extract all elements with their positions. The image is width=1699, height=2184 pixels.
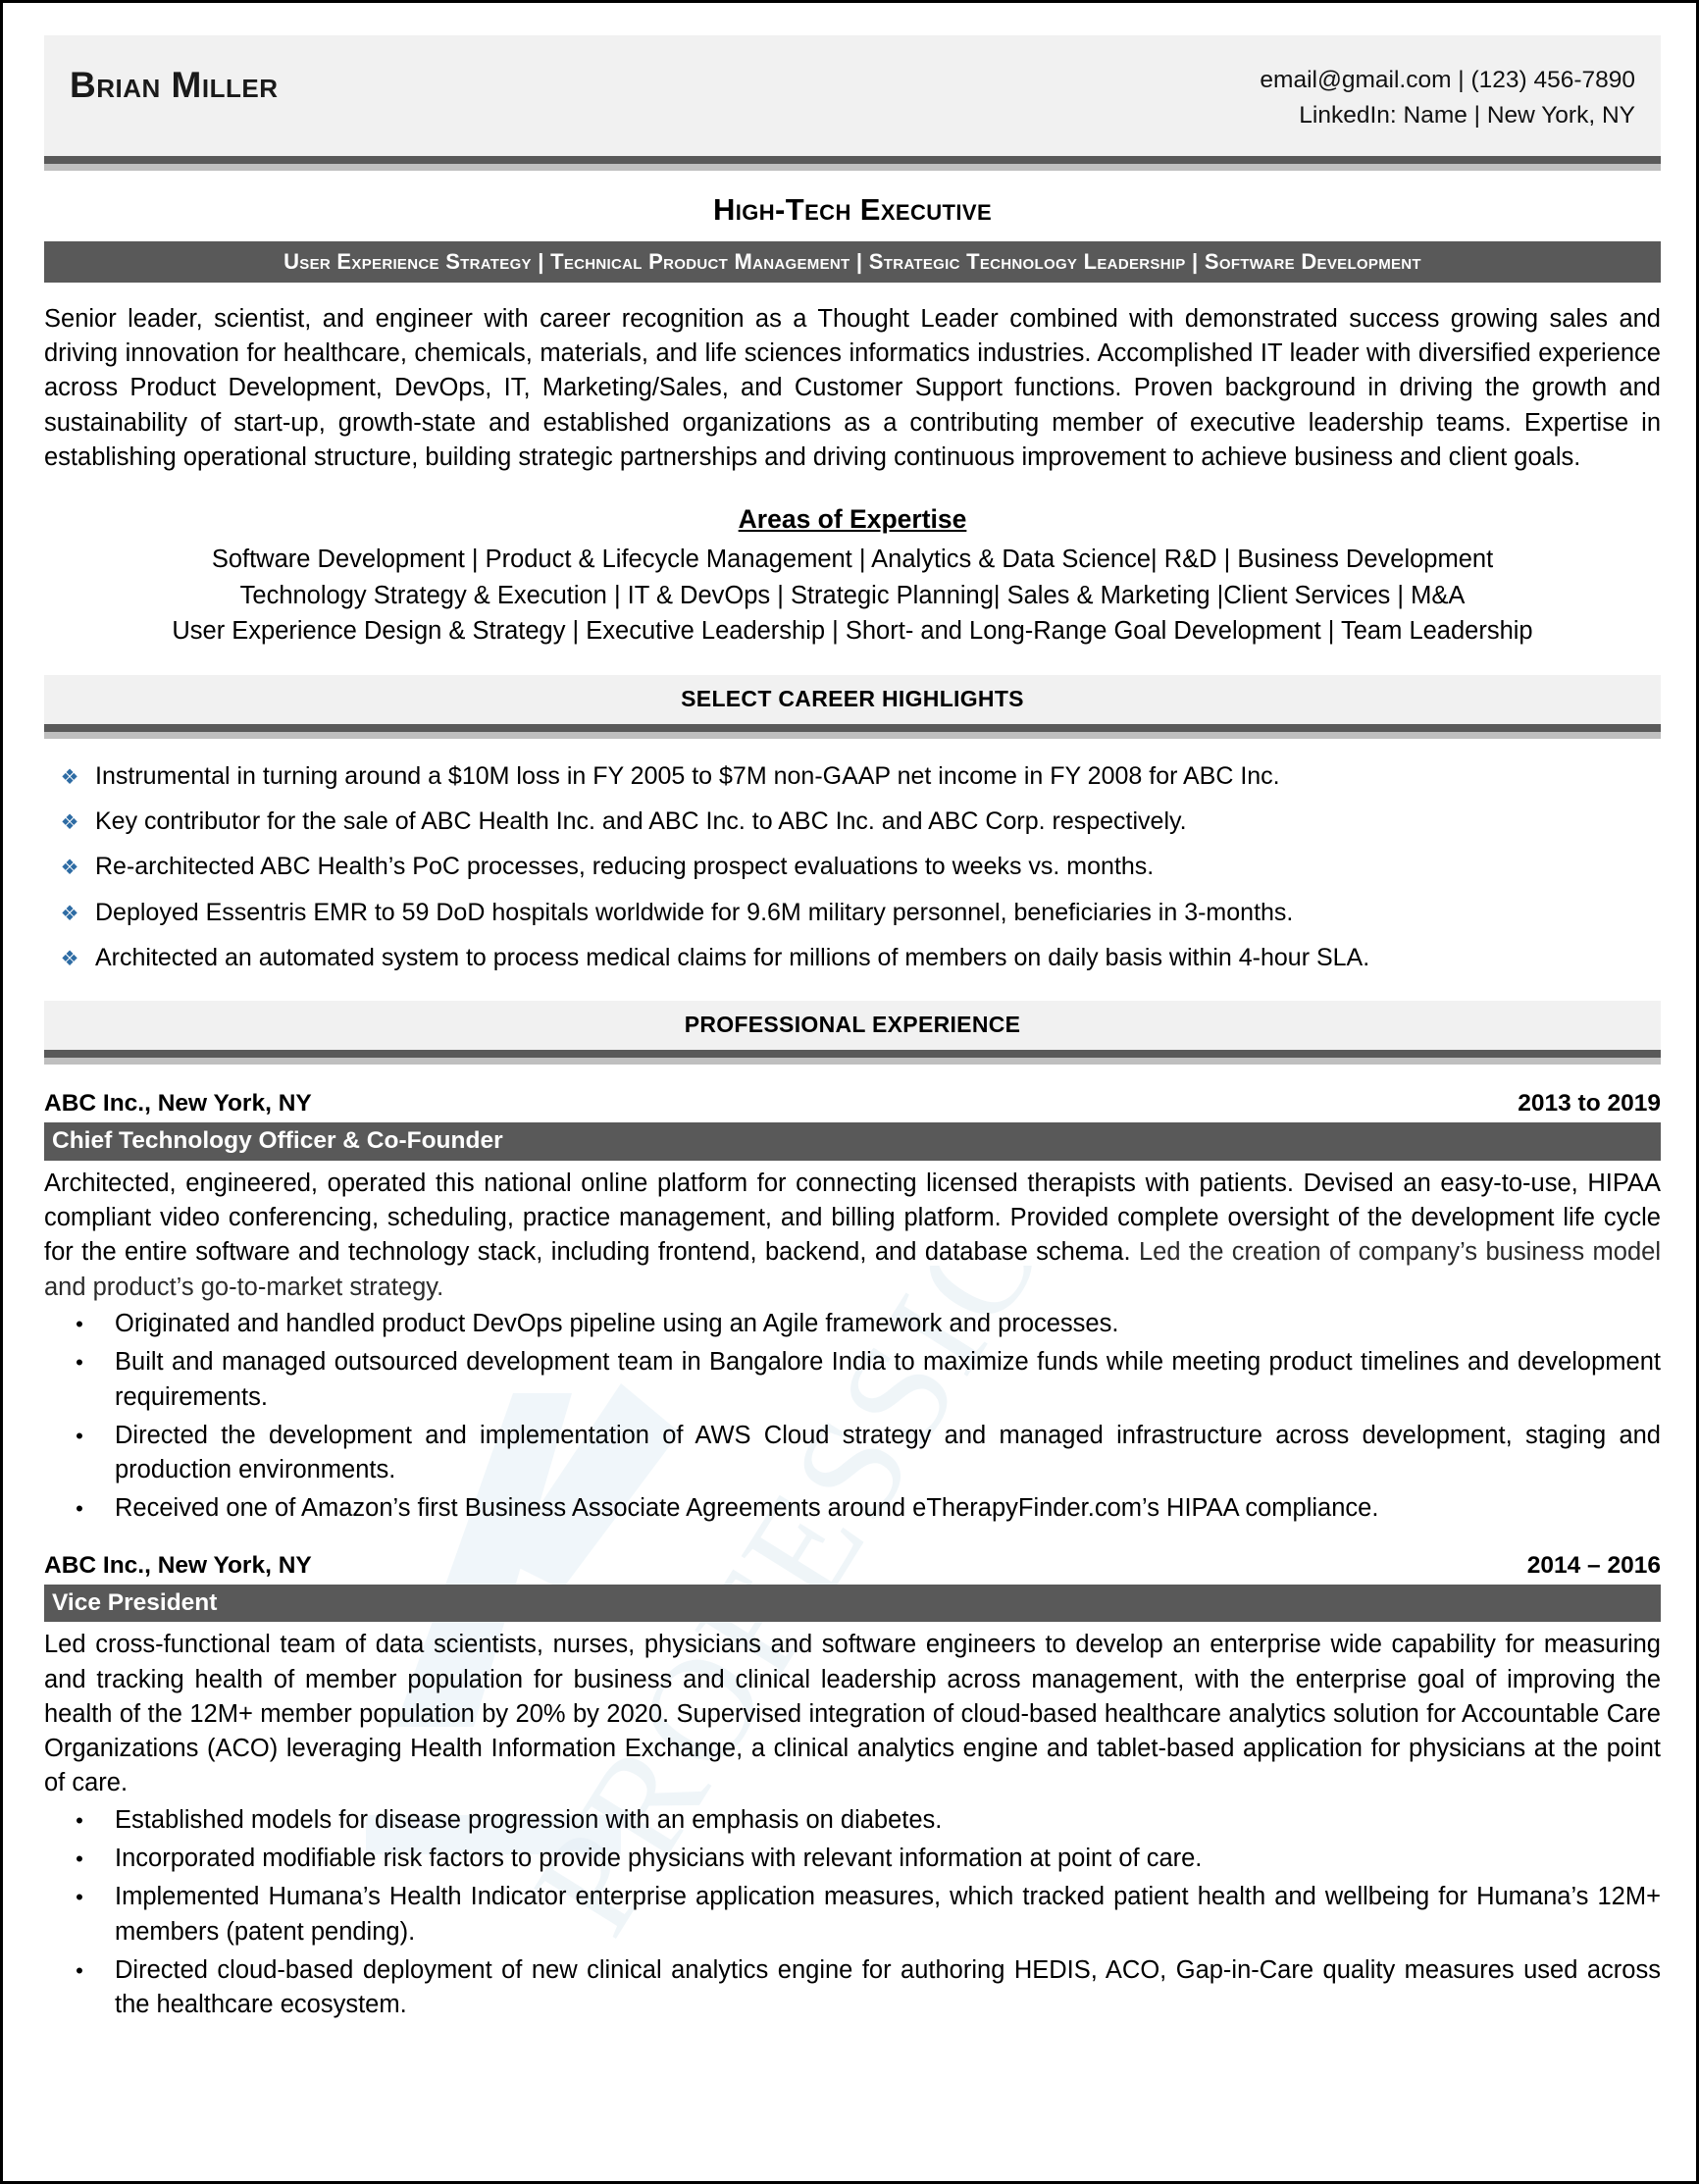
employer-row: ABC Inc., New York, NY 2013 to 2019 [44, 1090, 1661, 1122]
list-item: ❖ Re-architected ABC Health’s PoC proces… [44, 851, 1661, 883]
highlight-text: Re-architected ABC Health’s PoC processe… [95, 853, 1155, 881]
job-duties-list: • Established models for disease progres… [44, 1803, 1661, 2023]
highlight-text: Key contributor for the sale of ABC Heal… [95, 807, 1187, 836]
resume-header: Brian Miller email@gmail.com | (123) 456… [44, 35, 1661, 156]
contact-email-phone: email@gmail.com | (123) 456-7890 [1260, 67, 1635, 93]
areas-of-expertise-line: User Experience Design & Strategy | Exec… [172, 616, 1533, 645]
diamond-bullet-icon: ❖ [60, 811, 79, 835]
highlights-list: ❖ Instrumental in turning around a $10M … [44, 760, 1661, 974]
round-bullet-icon: • [76, 1807, 83, 1833]
job-description: Architected, engineered, operated this n… [44, 1167, 1661, 1305]
round-bullet-icon: • [76, 1350, 83, 1376]
employment-dates: 2013 to 2019 [1518, 1090, 1661, 1118]
areas-of-expertise-line: Technology Strategy & Execution | IT & D… [239, 581, 1466, 609]
list-item: • Established models for disease progres… [44, 1803, 1661, 1838]
resume-page: PROFESSION Brian Miller email@gmail.com … [0, 0, 1699, 2184]
section-rule-dark [44, 723, 1661, 732]
job-description-main: Led cross-functional team of data scient… [44, 1631, 1661, 1797]
duty-text: Implemented Humana’s Health Indicator en… [115, 1883, 1661, 1946]
section-header-highlights: SELECT CAREER HIGHLIGHTS [44, 674, 1661, 739]
employment-dates: 2014 – 2016 [1526, 1551, 1661, 1579]
job-title-bar: Vice President [44, 1584, 1661, 1623]
highlight-text: Deployed Essentris EMR to 59 DoD hospita… [95, 898, 1294, 926]
contact-linkedin-location: LinkedIn: Name | New York, NY [1299, 102, 1635, 130]
duty-text: Originated and handled product DevOps pi… [115, 1309, 1119, 1337]
job-description: Led cross-functional team of data scient… [44, 1628, 1661, 1801]
diamond-bullet-icon: ❖ [60, 765, 79, 789]
job-duties-list: • Originated and handled product DevOps … [44, 1307, 1661, 1527]
professional-summary: Senior leader, scientist, and engineer w… [44, 304, 1661, 472]
list-item: • Implemented Humana’s Health Indicator … [44, 1880, 1661, 1950]
list-item: • Directed cloud-based deployment of new… [44, 1953, 1661, 2023]
header-rule-dark [44, 155, 1661, 164]
experience-entry: ABC Inc., New York, NY 2014 – 2016 Vice … [44, 1552, 1661, 2023]
employer-row: ABC Inc., New York, NY 2014 – 2016 [44, 1552, 1661, 1585]
list-item: • Directed the development and implement… [44, 1419, 1661, 1488]
duty-text: Incorporated modifiable risk factors to … [115, 1845, 1203, 1873]
round-bullet-icon: • [76, 1885, 83, 1910]
employer-name: ABC Inc., New York, NY [44, 1090, 312, 1118]
areas-of-expertise-title: Areas of Expertise [738, 504, 967, 535]
list-item: • Originated and handled product DevOps … [44, 1307, 1661, 1341]
duty-text: Built and managed outsourced development… [115, 1348, 1661, 1411]
round-bullet-icon: • [76, 1958, 83, 1984]
round-bullet-icon: • [76, 1423, 83, 1448]
section-header-experience: PROFESSIONAL EXPERIENCE [44, 1001, 1661, 1066]
list-item: ❖ Architected an automated system to pro… [44, 942, 1661, 974]
list-item: • Incorporated modifiable risk factors t… [44, 1842, 1661, 1876]
employer-name: ABC Inc., New York, NY [44, 1551, 312, 1579]
duty-text: Received one of Amazon’s first Business … [115, 1494, 1379, 1523]
duty-text: Established models for disease progressi… [115, 1805, 943, 1834]
duty-text: Directed cloud-based deployment of new c… [115, 1956, 1661, 2019]
header-rule-light [44, 163, 1661, 171]
areas-of-expertise-line: Software Development | Product & Lifecyc… [211, 546, 1494, 574]
diamond-bullet-icon: ❖ [60, 902, 79, 925]
list-item: ❖ Instrumental in turning around a $10M … [44, 760, 1661, 793]
highlight-text: Instrumental in turning around a $10M lo… [95, 761, 1280, 790]
round-bullet-icon: • [76, 1311, 83, 1336]
round-bullet-icon: • [76, 1846, 83, 1872]
section-title-highlights: SELECT CAREER HIGHLIGHTS [44, 674, 1661, 724]
section-title-experience: PROFESSIONAL EXPERIENCE [44, 1001, 1661, 1051]
section-rule-light [44, 1058, 1661, 1066]
experience-entry: ABC Inc., New York, NY 2013 to 2019 Chie… [44, 1090, 1661, 1527]
list-item: ❖ Deployed Essentris EMR to 59 DoD hospi… [44, 897, 1661, 929]
diamond-bullet-icon: ❖ [60, 947, 79, 970]
contact-info: email@gmail.com | (123) 456-7890 LinkedI… [1260, 63, 1635, 134]
diamond-bullet-icon: ❖ [60, 857, 79, 880]
list-item: • Received one of Amazon’s first Busines… [44, 1491, 1661, 1526]
section-rule-light [44, 731, 1661, 739]
duty-text: Directed the development and implementat… [115, 1421, 1661, 1484]
page-title: High-Tech Executive [712, 191, 993, 227]
job-title-bar: Chief Technology Officer & Co-Founder [44, 1122, 1661, 1161]
resume-content: Brian Miller email@gmail.com | (123) 456… [44, 0, 1661, 2027]
highlight-text: Architected an automated system to proce… [95, 943, 1370, 971]
list-item: • Built and managed outsourced developme… [44, 1345, 1661, 1415]
list-item: ❖ Key contributor for the sale of ABC He… [44, 806, 1661, 838]
candidate-name: Brian Miller [70, 65, 279, 105]
specialty-bar: User Experience Strategy | Technical Pro… [44, 240, 1661, 283]
round-bullet-icon: • [76, 1496, 83, 1522]
section-rule-dark [44, 1050, 1661, 1059]
